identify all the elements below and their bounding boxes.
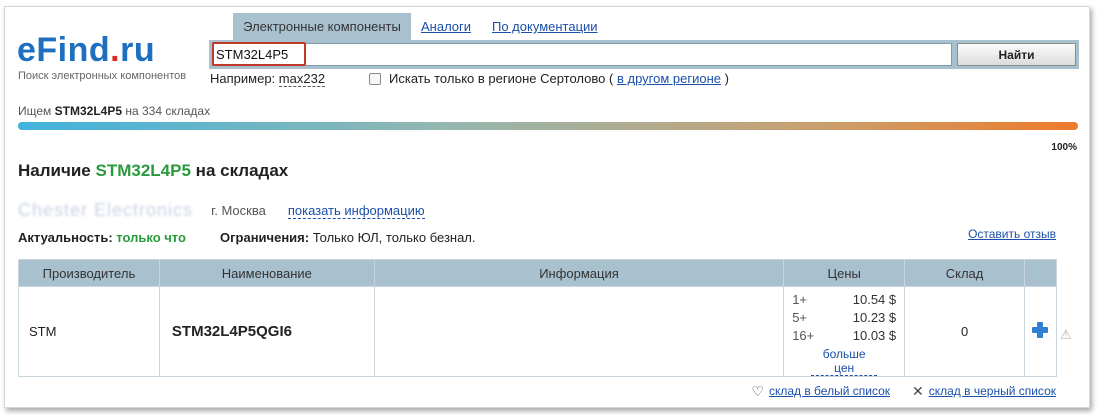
price-qty: 5+ — [792, 310, 808, 325]
availability-title: Наличие STM32L4P5 на складах — [18, 161, 288, 181]
header-prices: Цены — [783, 259, 906, 287]
price-value: 10.03 $ — [852, 328, 897, 343]
cell-info — [373, 286, 785, 377]
other-region-link[interactable]: в другом регионе — [617, 71, 721, 86]
region-close-paren: ) — [724, 71, 729, 86]
region-checkbox-label: Искать только в регионе Сертолово — [389, 71, 606, 86]
restrictions-label: Ограничения: — [220, 230, 310, 245]
warning-icon[interactable]: ⚠ — [1060, 328, 1074, 342]
search-status-query: STM32L4P5 — [54, 104, 122, 118]
table-header-row: Производитель Наименование Информация Це… — [18, 259, 1058, 287]
seller-city: г. Москва — [211, 203, 266, 218]
header-stock: Склад — [904, 259, 1025, 287]
seller-row: Chester Electronics г. Москва показать и… — [18, 200, 425, 221]
availability-title-suffix: на складах — [195, 161, 289, 180]
header-info: Информация — [373, 259, 785, 287]
search-status-prefix: Ищем — [18, 104, 52, 118]
page-frame: eFind.ru Поиск электронных компонентов Э… — [4, 6, 1090, 408]
price-tier: 16+ 10.03 $ — [792, 327, 896, 345]
blacklist-action[interactable]: ✕ склад в черный список — [912, 384, 1056, 398]
whitelist-action[interactable]: ♡ склад в белый список — [751, 384, 890, 398]
search-bar: Найти — [209, 40, 1079, 69]
close-icon: ✕ — [912, 383, 924, 399]
restrictions-value: Только ЮЛ, только безнал. — [312, 230, 476, 245]
availability-part-number: STM32L4P5 — [95, 161, 191, 180]
restrictions: Ограничения: Только ЮЛ, только безнал. — [220, 230, 476, 245]
actuality-value: только что — [116, 230, 186, 245]
cell-prices: 1+ 10.54 $ 5+ 10.23 $ 16+ 10.03 $ больше… — [783, 286, 906, 377]
search-status-suffix: на 334 складах — [125, 104, 211, 118]
offers-table: Производитель Наименование Информация Це… — [18, 259, 1058, 377]
cell-stock: 0 — [904, 286, 1025, 377]
header-actions — [1023, 259, 1058, 287]
progress-fill — [18, 122, 1078, 130]
price-value: 10.23 $ — [852, 310, 897, 325]
search-input[interactable] — [212, 43, 952, 66]
price-value: 10.54 $ — [852, 292, 897, 307]
tagline: Поиск электронных компонентов — [18, 70, 187, 82]
header-name: Наименование — [158, 259, 375, 287]
progress-percent: 100% — [1051, 142, 1077, 153]
actuality-label: Актуальность: — [18, 230, 113, 245]
price-tier: 1+ 10.54 $ — [792, 291, 896, 309]
search-status: Ищем STM32L4P5 на 334 складах — [18, 104, 210, 118]
table-row: STM STM32L4P5QGI6 1+ 10.54 $ 5+ 10.23 $ … — [18, 286, 1058, 377]
logo-part-efind: eFind — [17, 31, 111, 69]
leave-review-link[interactable]: Оставить отзыв — [968, 227, 1056, 241]
price-qty: 1+ — [792, 292, 808, 307]
price-qty: 16+ — [792, 328, 815, 343]
tab-analogs[interactable]: Аналоги — [421, 13, 471, 40]
price-tier: 5+ 10.23 $ — [792, 309, 896, 327]
whitelist-link[interactable]: склад в белый список — [769, 384, 890, 398]
cell-part-name: STM32L4P5QGI6 — [158, 286, 375, 377]
cell-actions — [1023, 286, 1058, 377]
more-prices-link[interactable]: больше цен — [811, 347, 878, 376]
logo[interactable]: eFind.ru — [17, 31, 155, 69]
list-links: ♡ склад в белый список ✕ склад в черный … — [729, 384, 1056, 398]
show-info-link[interactable]: показать информацию — [287, 203, 425, 219]
tab-by-documentation[interactable]: По документации — [492, 13, 598, 40]
search-button[interactable]: Найти — [957, 43, 1076, 66]
blacklist-link[interactable]: склад в черный список — [929, 384, 1056, 398]
seller-name[interactable]: Chester Electronics — [18, 200, 193, 221]
tab-electronic-components[interactable]: Электронные компоненты — [233, 13, 411, 40]
cell-manufacturer: STM — [18, 286, 160, 377]
logo-part-dot: . — [110, 31, 121, 69]
search-example: Например: max232 — [210, 71, 326, 87]
example-prefix: Например: — [210, 71, 276, 86]
region-filter: Искать только в регионе Сертолово ( в др… — [369, 71, 729, 86]
heart-icon: ♡ — [751, 383, 764, 399]
availability-title-prefix: Наличие — [18, 161, 91, 180]
progress-bar — [18, 122, 1078, 130]
example-link[interactable]: max232 — [278, 71, 326, 87]
region-open-paren: ( — [609, 71, 614, 86]
region-checkbox[interactable] — [369, 72, 381, 85]
add-to-cart-plus-icon[interactable] — [1032, 322, 1049, 338]
header-manufacturer: Производитель — [18, 259, 160, 287]
logo-part-ru: ru — [120, 31, 156, 69]
actuality: Актуальность: только что — [18, 230, 186, 245]
